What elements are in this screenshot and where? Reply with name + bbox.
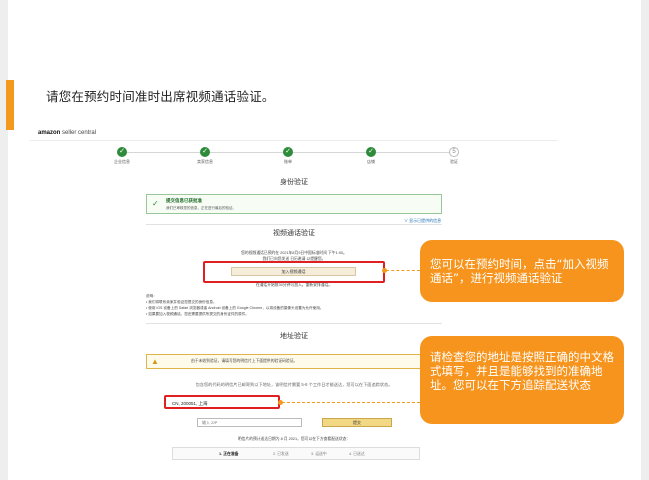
warning-banner: ▲ 由于未收到验证，请填写您的明信片上下面提供的验证码验证。 <box>146 354 442 369</box>
tracking-step: 3. 运送中 <box>311 452 327 456</box>
connector-line <box>282 402 420 403</box>
divider <box>146 323 442 324</box>
accent-bar <box>6 80 14 130</box>
success-subtitle: 我们已审核您的信息，正在进行最后的验证。 <box>166 206 236 210</box>
tracking-step: 1. 正在准备 <box>219 452 239 456</box>
step-check-icon: ✓ <box>117 147 127 157</box>
note-item: • 使用 iOS 设备上的 Safari 浏览器或者 Android 设备上的 … <box>146 306 324 310</box>
address-callout: 请检查您的地址是按照正确的中文格式填写，并且是能够找到的准确地址。您可以在下方追… <box>420 336 624 424</box>
zip-input[interactable]: 输入 ZIP <box>197 418 302 427</box>
step-label: 账单 <box>284 159 292 164</box>
address-highlight <box>164 395 280 409</box>
checkmark-icon: ✓ <box>152 199 159 208</box>
notes-heading: 说明： <box>146 294 157 298</box>
eta-line: 明信片的预计送达日期为 8 月 2021，您可以在下方查看配送状态： <box>237 437 351 441</box>
video-call-callout: 您可以在预约时间，点击“加入视频通话”，进行视频通话验证 <box>420 240 624 302</box>
step-check-icon: ✓ <box>366 147 376 157</box>
note-item: • 如果要加入视频通话，您还需要提供所提交的身份证件的原件。 <box>146 312 249 316</box>
warning-text: 由于未收到验证，请填写您的明信片上下面提供的验证码验证。 <box>191 359 298 363</box>
step-label: 企业信息 <box>114 159 130 164</box>
tracking-step: 4. 已送达 <box>349 452 365 456</box>
submit-button[interactable]: 提交 <box>322 418 392 427</box>
instruction-heading: 请您在预约时间准时出席视频通话验证。 <box>46 89 275 104</box>
video-section-title: 视频通话验证 <box>273 230 315 237</box>
tracking-step: 2. 已发送 <box>273 452 289 456</box>
tracking-bar: 1. 正在准备 2. 已发送 3. 运送中 4. 已送达 <box>172 447 420 460</box>
success-banner: ✓ 提交信息已获批准 我们已审核您的信息，正在进行最后的验证。 <box>146 194 442 214</box>
step-label: 卖家信息 <box>197 159 213 164</box>
step-check-icon: ✓ <box>200 147 210 157</box>
join-call-highlight <box>203 261 385 283</box>
progress-stepper: ✓ 企业信息 ✓ 卖家信息 ✓ 账单 ✓ 店铺 5 验证 <box>30 127 558 167</box>
step-label: 店铺 <box>367 159 375 164</box>
success-title: 提交信息已获批准 <box>166 198 202 203</box>
step-label: 验证 <box>450 159 458 164</box>
step-check-icon: ✓ <box>283 147 293 157</box>
connector-line <box>386 270 420 271</box>
note-item: • 我们将联系卖家并验证您提交的身份信息。 <box>146 300 217 304</box>
divider <box>146 224 442 225</box>
step-number-icon: 5 <box>449 147 459 157</box>
warning-icon: ▲ <box>151 357 159 366</box>
identity-section-title: 身份验证 <box>280 179 308 186</box>
